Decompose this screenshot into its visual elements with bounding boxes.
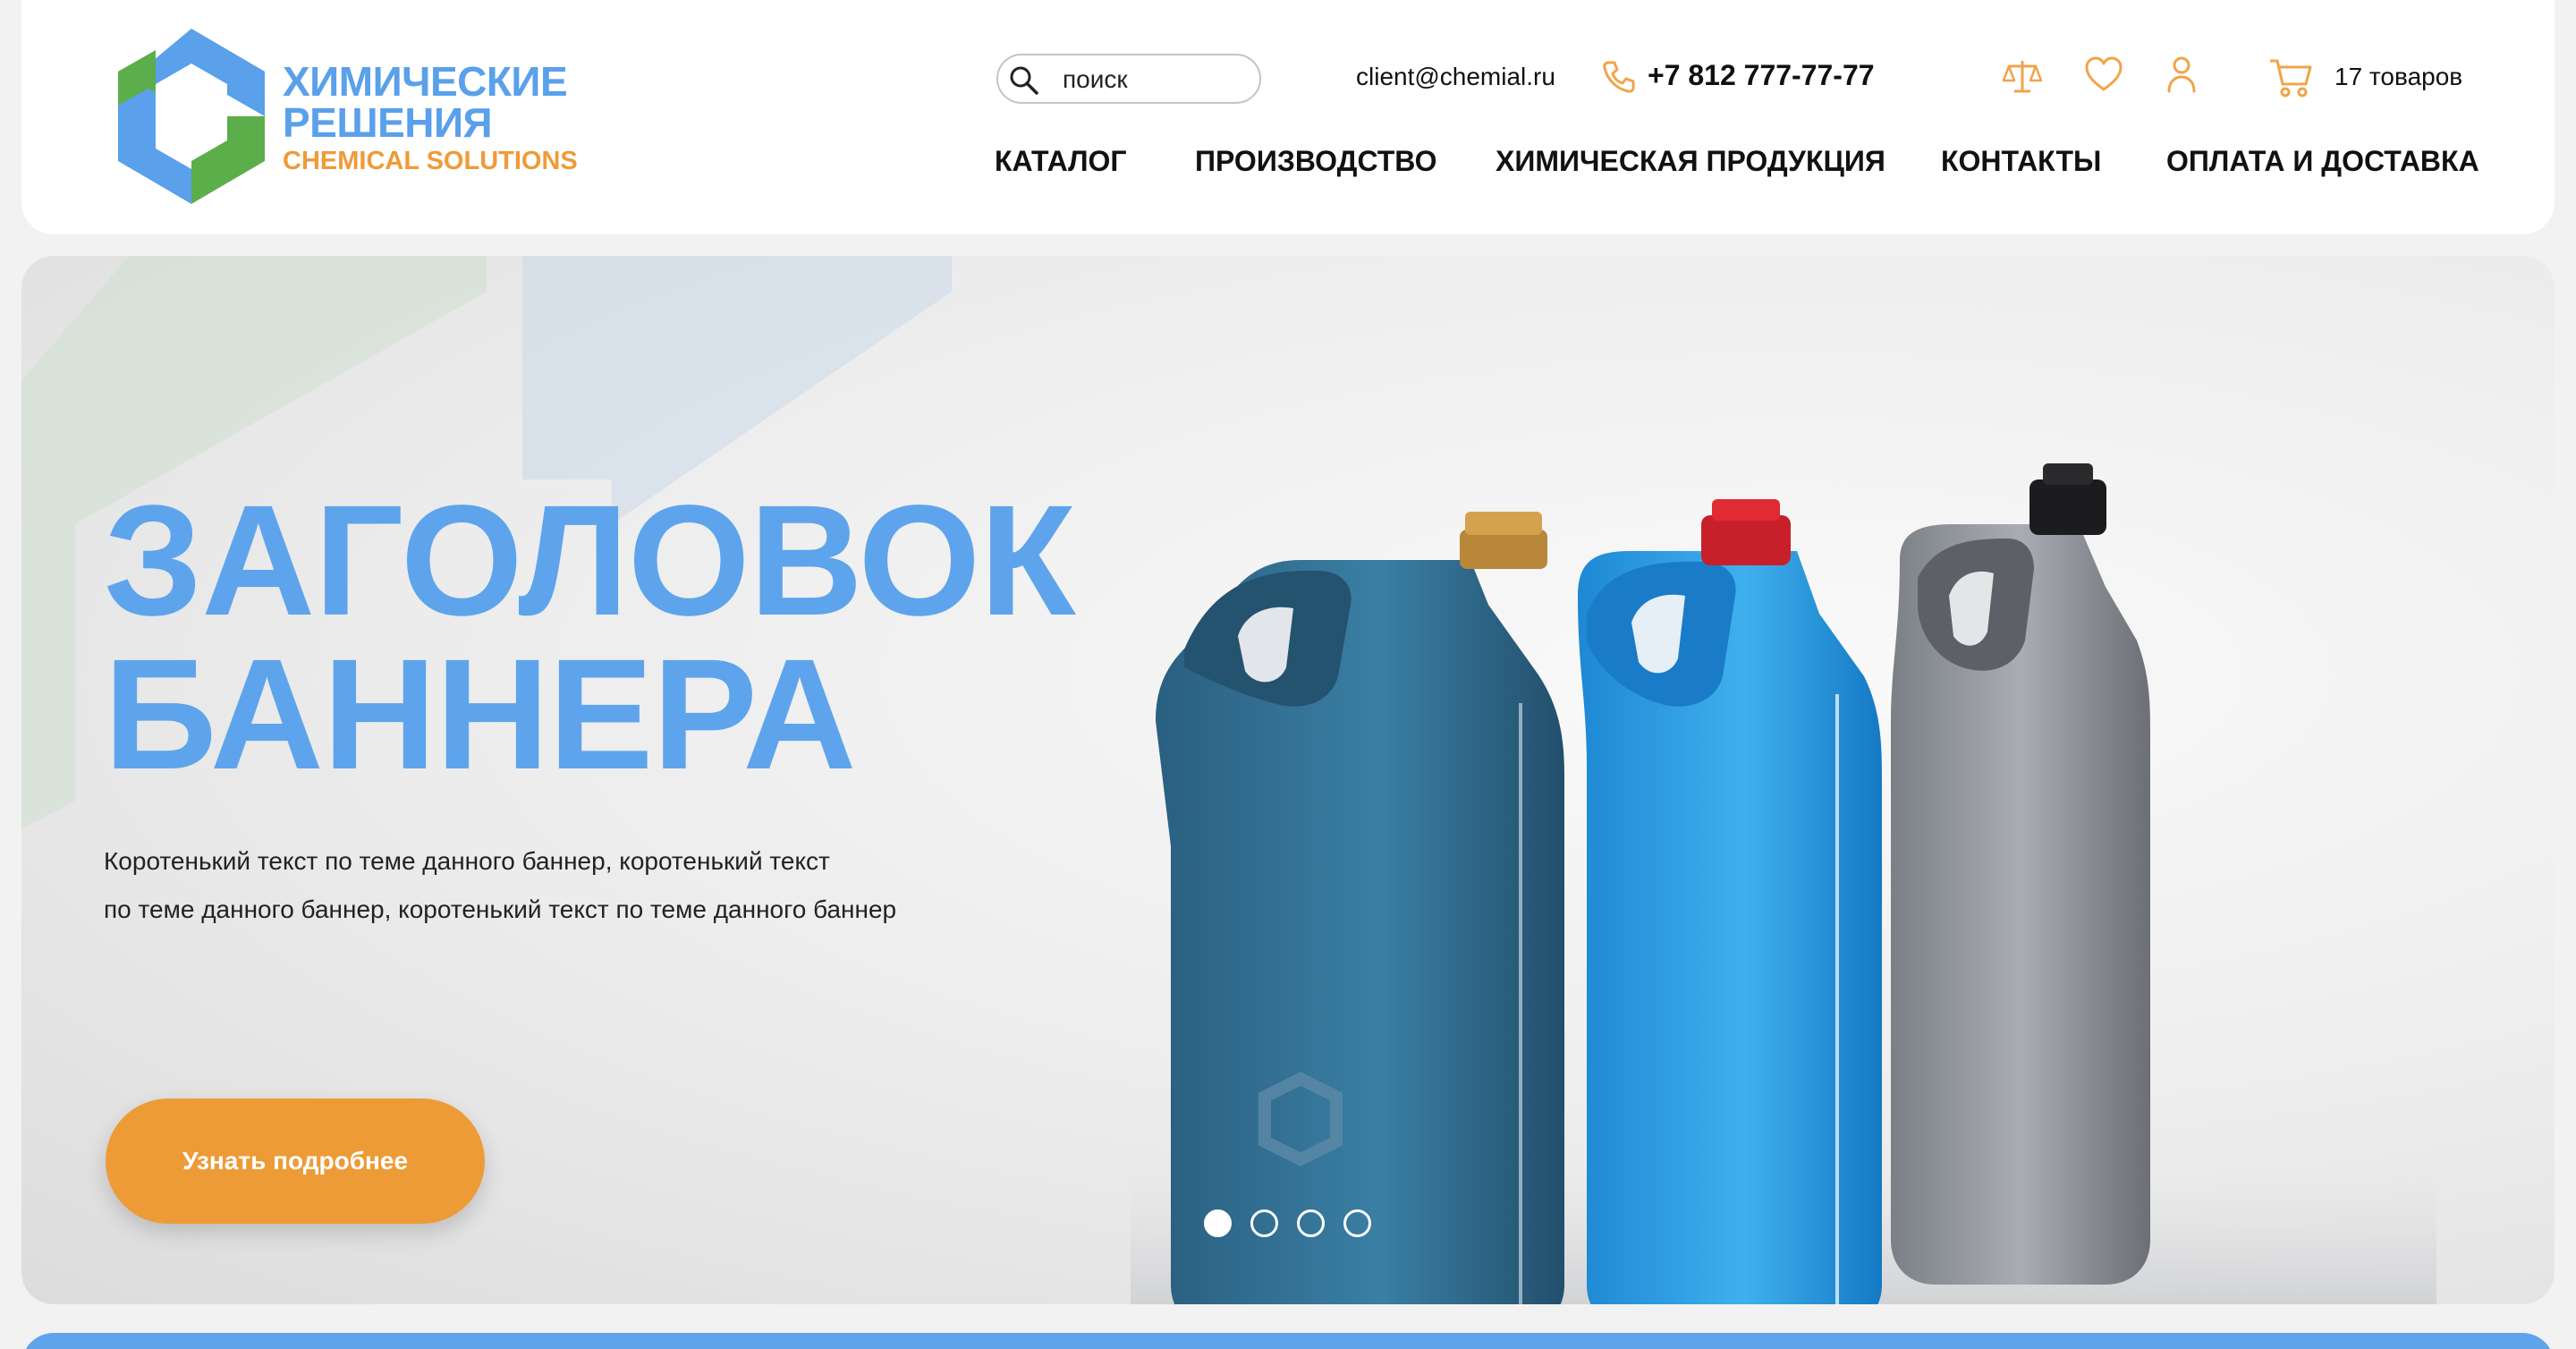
canisters-product-image (1131, 463, 2436, 1304)
logo-hexagon-icon (118, 29, 265, 204)
nav-contacts[interactable]: КОНТАКТЫ (1941, 145, 2101, 178)
next-section-strip (21, 1333, 2555, 1349)
banner-headline: ЗАГОЛОВОК БАННЕРА (104, 473, 1076, 802)
nav-production[interactable]: ПРОИЗВОДСТВО (1195, 145, 1437, 178)
nav-payment-delivery[interactable]: ОПЛАТА И ДОСТАВКА (2166, 145, 2479, 178)
banner-headline-line2: БАННЕРА (104, 627, 857, 802)
slider-dot-1[interactable] (1204, 1209, 1232, 1237)
user-icon[interactable] (2166, 55, 2197, 95)
cart-icon[interactable] (2268, 57, 2313, 98)
cart-count[interactable]: 17 товаров (2334, 63, 2462, 91)
slider-dot-4[interactable] (1343, 1209, 1371, 1237)
slider-dot-3[interactable] (1297, 1209, 1325, 1237)
logo-subtitle: CHEMICAL SOLUTIONS (283, 147, 578, 175)
email-link[interactable]: client@chemial.ru (1356, 63, 1555, 91)
search-icon[interactable] (1007, 64, 1041, 98)
nav-catalog[interactable]: КАТАЛОГ (995, 145, 1127, 178)
banner-headline-line1: ЗАГОЛОВОК (104, 473, 1076, 649)
slider-dots (1204, 1209, 1371, 1237)
search-box[interactable] (996, 54, 1261, 104)
nav-chemical-products[interactable]: ХИМИЧЕСКАЯ ПРОДУКЦИЯ (1496, 145, 1885, 178)
learn-more-button[interactable]: Узнать подробнее (106, 1099, 485, 1224)
phone-icon (1603, 61, 1635, 93)
logo[interactable]: ХИМИЧЕСКИЕ РЕШЕНИЯ CHEMICAL SOLUTIONS (111, 27, 630, 206)
search-input[interactable] (1063, 64, 1241, 95)
banner-text-line1: Коротенький текст по теме данного баннер… (104, 847, 830, 875)
heart-icon[interactable] (2084, 55, 2123, 93)
compare-icon[interactable] (2002, 55, 2043, 97)
slider-dot-2[interactable] (1250, 1209, 1278, 1237)
hero-banner: ЗАГОЛОВОК БАННЕРА Коротенький текст по т… (21, 256, 2555, 1304)
banner-text: Коротенький текст по теме данного баннер… (104, 837, 896, 934)
logo-title-line2: РЕШЕНИЯ (283, 99, 493, 146)
banner-text-line2: по теме данного баннер, коротенький текс… (104, 895, 897, 923)
phone-link[interactable]: +7 812 777-77-77 (1648, 59, 1875, 92)
site-header: ХИМИЧЕСКИЕ РЕШЕНИЯ CHEMICAL SOLUTIONS cl… (21, 0, 2555, 234)
